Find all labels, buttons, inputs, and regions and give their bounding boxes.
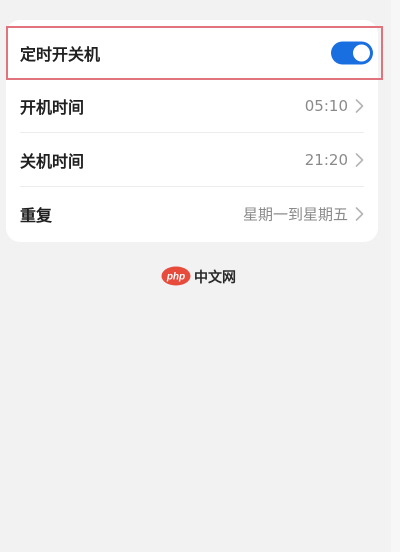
power-on-label: 开机时间 xyxy=(20,98,85,117)
chevron-right-icon xyxy=(355,207,364,221)
php-logo-text: php xyxy=(166,272,185,283)
timer-toggle[interactable] xyxy=(331,41,373,65)
site-watermark: php 中文网 xyxy=(161,266,245,286)
timer-row[interactable]: 定时开关机 xyxy=(6,26,383,80)
repeat-label: 重复 xyxy=(20,206,53,225)
power-off-value: 21:20 xyxy=(304,151,348,169)
toggle-knob xyxy=(353,44,370,62)
edge-strip xyxy=(391,0,400,552)
power-off-label: 关机时间 xyxy=(20,152,85,171)
chevron-right-icon xyxy=(355,99,364,113)
timer-label: 定时开关机 xyxy=(20,45,101,64)
repeat-row[interactable]: 重复 星期一到星期五 xyxy=(6,187,378,241)
repeat-value: 星期一到星期五 xyxy=(242,205,348,224)
power-off-row[interactable]: 关机时间 21:20 xyxy=(6,133,378,187)
power-on-value: 05:10 xyxy=(304,97,348,115)
settings-card: 定时开关机 开机时间 05:10 关机时间 21:20 重复 星期一到星期五 xyxy=(6,20,383,242)
power-on-row[interactable]: 开机时间 05:10 xyxy=(6,79,378,133)
watermark-text: 中文网 xyxy=(194,270,236,286)
php-logo-icon: php xyxy=(161,266,191,286)
chevron-right-icon xyxy=(355,153,364,167)
